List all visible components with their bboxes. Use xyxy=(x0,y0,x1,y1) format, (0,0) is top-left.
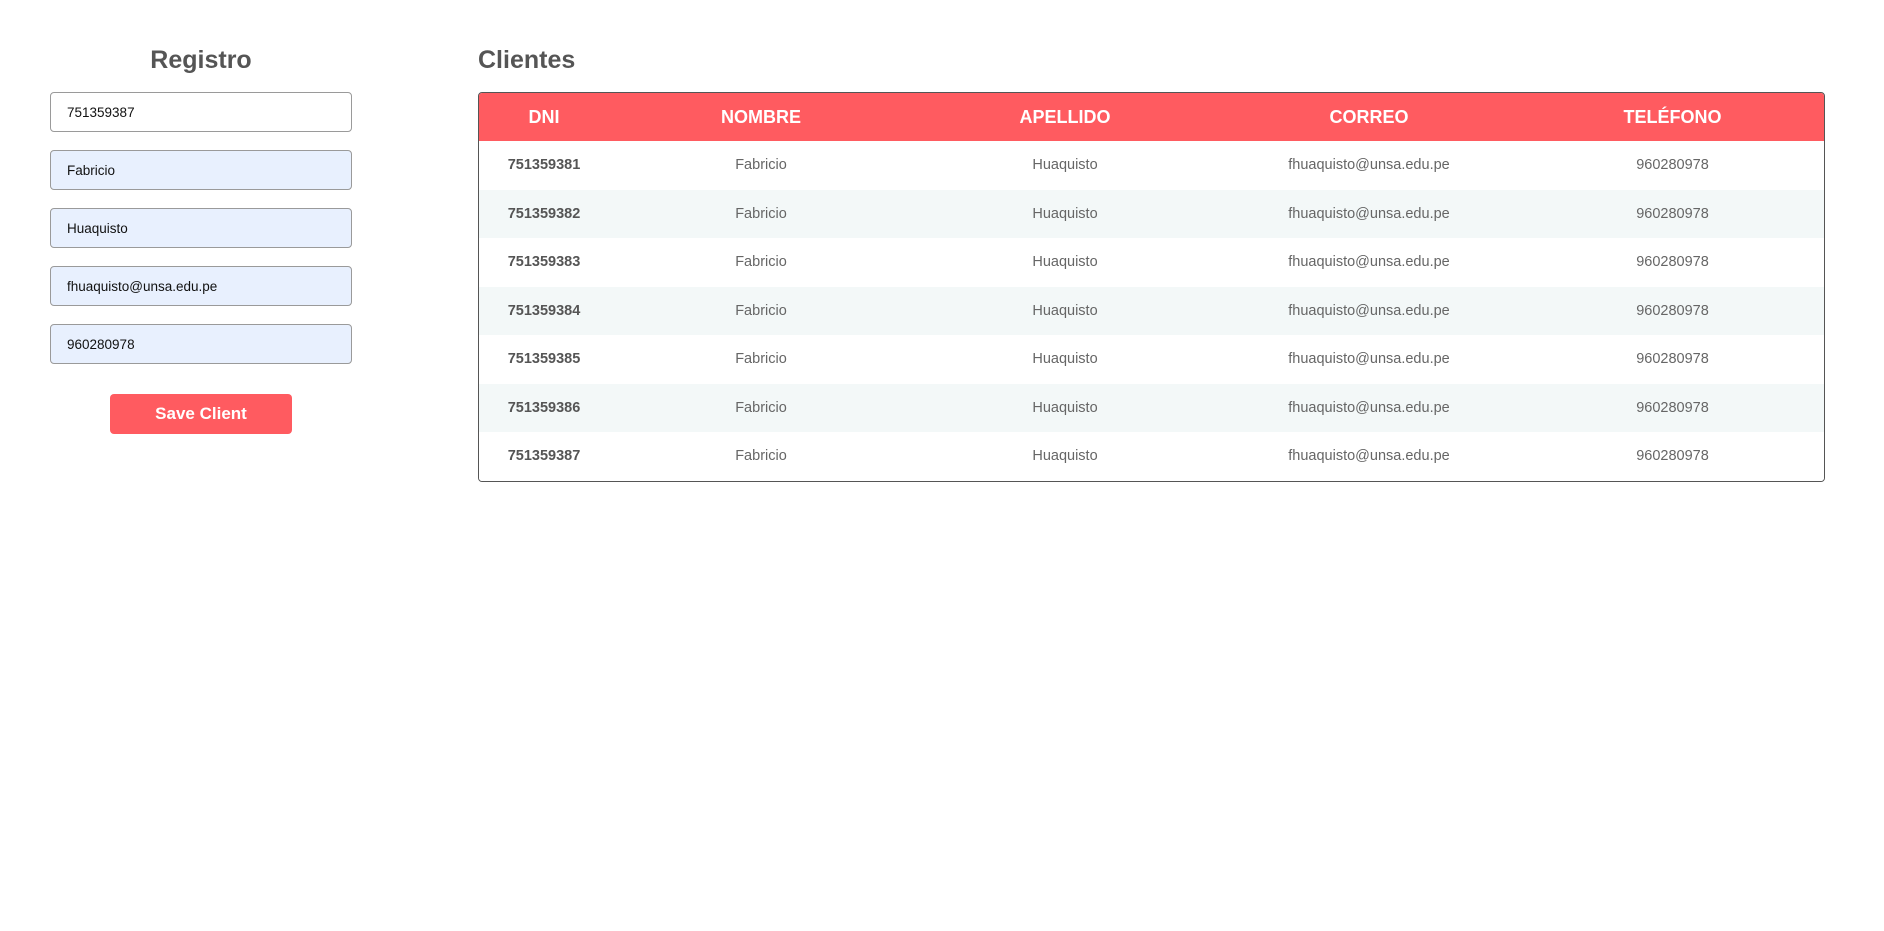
table-title: Clientes xyxy=(478,46,576,74)
cell-dni: 751359386 xyxy=(507,399,581,416)
clientes-table-container: DNI NOMBRE APELLIDO CORREO TELÉFONO 7513… xyxy=(478,92,1825,482)
cell-dni: 751359383 xyxy=(507,254,581,271)
cell-correo: fhuaquisto@unsa.edu.pe xyxy=(1288,205,1450,222)
table-row: 751359382 Fabricio Huaquisto fhuaquisto@… xyxy=(479,189,1824,238)
cell-apellido: Huaquisto xyxy=(1032,302,1098,319)
cell-dni: 751359381 xyxy=(507,157,581,174)
column-header-correo: CORREO xyxy=(1329,106,1409,127)
table-row: 751359387 Fabricio Huaquisto fhuaquisto@… xyxy=(479,432,1824,481)
column-header-apellido: APELLIDO xyxy=(1019,106,1111,127)
clientes-section: Clientes DNI NOMBRE APELLIDO CORREO TELÉ… xyxy=(478,44,1825,482)
cell-correo: fhuaquisto@unsa.edu.pe xyxy=(1288,351,1450,368)
registro-form: Registro Save Client xyxy=(50,44,352,434)
nombre-input[interactable] xyxy=(50,150,352,190)
cell-correo: fhuaquisto@unsa.edu.pe xyxy=(1288,157,1450,174)
page: Registro Save Client Clientes DNI xyxy=(0,0,1884,931)
cell-apellido: Huaquisto xyxy=(1032,205,1098,222)
correo-input[interactable] xyxy=(50,266,352,306)
table-row: 751359385 Fabricio Huaquisto fhuaquisto@… xyxy=(479,335,1824,384)
cell-dni: 751359385 xyxy=(507,351,581,368)
apellido-input[interactable] xyxy=(50,208,352,248)
cell-telefono: 960280978 xyxy=(1636,205,1709,222)
cell-telefono: 960280978 xyxy=(1636,351,1709,368)
cell-correo: fhuaquisto@unsa.edu.pe xyxy=(1288,254,1450,271)
table-row: 751359383 Fabricio Huaquisto fhuaquisto@… xyxy=(479,238,1824,287)
cell-nombre: Fabricio xyxy=(735,254,787,271)
cell-correo: fhuaquisto@unsa.edu.pe xyxy=(1288,302,1450,319)
cell-telefono: 960280978 xyxy=(1636,302,1709,319)
cell-apellido: Huaquisto xyxy=(1032,157,1098,174)
cell-nombre: Fabricio xyxy=(735,205,787,222)
cell-telefono: 960280978 xyxy=(1636,254,1709,271)
save-client-button[interactable]: Save Client xyxy=(110,394,292,434)
table-row: 751359381 Fabricio Huaquisto fhuaquisto@… xyxy=(479,141,1824,190)
column-header-telefono: TELÉFONO xyxy=(1623,106,1722,127)
cell-nombre: Fabricio xyxy=(735,448,787,465)
column-header-nombre: NOMBRE xyxy=(721,106,801,127)
dni-input[interactable] xyxy=(50,92,352,132)
table-body: 751359381 Fabricio Huaquisto fhuaquisto@… xyxy=(479,141,1824,481)
cell-nombre: Fabricio xyxy=(735,399,787,416)
cell-apellido: Huaquisto xyxy=(1032,254,1098,271)
table-header: DNI NOMBRE APELLIDO CORREO TELÉFONO xyxy=(479,93,1824,141)
column-header-dni: DNI xyxy=(528,106,560,127)
cell-nombre: Fabricio xyxy=(735,157,787,174)
cell-correo: fhuaquisto@unsa.edu.pe xyxy=(1288,399,1450,416)
header-row: DNI NOMBRE APELLIDO CORREO TELÉFONO xyxy=(479,93,1824,141)
form-title: Registro xyxy=(150,46,252,74)
cell-dni: 751359384 xyxy=(507,302,581,319)
cell-apellido: Huaquisto xyxy=(1032,448,1098,465)
table-row: 751359384 Fabricio Huaquisto fhuaquisto@… xyxy=(479,286,1824,335)
cell-telefono: 960280978 xyxy=(1636,157,1709,174)
cell-nombre: Fabricio xyxy=(735,351,787,368)
cell-nombre: Fabricio xyxy=(735,302,787,319)
cell-telefono: 960280978 xyxy=(1636,448,1709,465)
table-row: 751359386 Fabricio Huaquisto fhuaquisto@… xyxy=(479,383,1824,432)
cell-apellido: Huaquisto xyxy=(1032,351,1098,368)
cell-correo: fhuaquisto@unsa.edu.pe xyxy=(1288,448,1450,465)
cell-dni: 751359382 xyxy=(507,205,581,222)
cell-apellido: Huaquisto xyxy=(1032,399,1098,416)
cell-telefono: 960280978 xyxy=(1636,399,1709,416)
telefono-input[interactable] xyxy=(50,324,352,364)
clientes-table: DNI NOMBRE APELLIDO CORREO TELÉFONO 7513… xyxy=(479,93,1824,481)
cell-dni: 751359387 xyxy=(507,448,581,465)
